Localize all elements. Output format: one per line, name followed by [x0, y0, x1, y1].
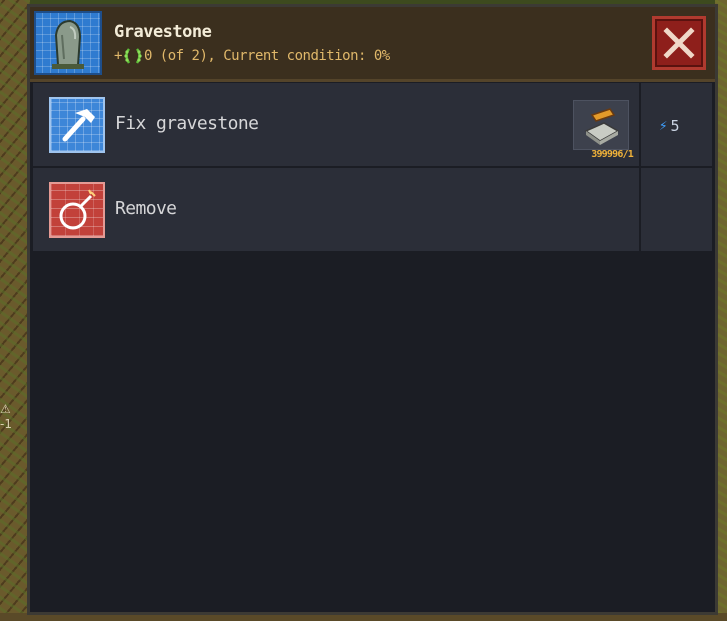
- world-marker-value: -1: [0, 417, 12, 431]
- energy-cost-value: 5: [670, 117, 680, 135]
- gravestone-panel: Gravestone + 0 (of 2), Current condition…: [27, 4, 718, 615]
- subtitle-prefix: +: [114, 48, 122, 64]
- world-side-marker: ⚠ -1: [0, 402, 14, 438]
- resource-count: 399996/1: [591, 149, 634, 160]
- remove-button[interactable]: Remove: [33, 168, 641, 251]
- hammer-icon: [49, 97, 105, 153]
- fix-gravestone-button[interactable]: Fix gravestone 399996/1: [33, 83, 641, 166]
- game-world-left: [0, 0, 30, 621]
- action-row-fix-gravestone[interactable]: Fix gravestone 399996/1 ⚡ 5: [33, 83, 712, 168]
- bomb-icon: [49, 182, 105, 238]
- close-button[interactable]: [652, 16, 706, 70]
- action-row-remove[interactable]: Remove: [33, 168, 712, 253]
- laurel-icon: [124, 48, 142, 64]
- energy-cost: ⚡ 5: [659, 117, 679, 135]
- panel-header: Gravestone + 0 (of 2), Current condition…: [30, 7, 715, 82]
- panel-subtitle: + 0 (of 2), Current condition: 0%: [114, 47, 390, 65]
- close-icon: [663, 27, 695, 59]
- gravestone-icon: [34, 11, 102, 75]
- stone-slab-icon: [573, 100, 629, 150]
- subtitle-text: 0 (of 2), Current condition: 0%: [143, 48, 390, 64]
- fix-gravestone-label: Fix gravestone: [115, 113, 259, 134]
- world-marker-icon: ⚠: [0, 402, 11, 416]
- panel-title: Gravestone: [114, 22, 212, 42]
- lightning-icon: ⚡: [659, 118, 668, 134]
- action-list: Fix gravestone 399996/1 ⚡ 5 Remove: [33, 83, 712, 253]
- remove-label: Remove: [115, 198, 177, 219]
